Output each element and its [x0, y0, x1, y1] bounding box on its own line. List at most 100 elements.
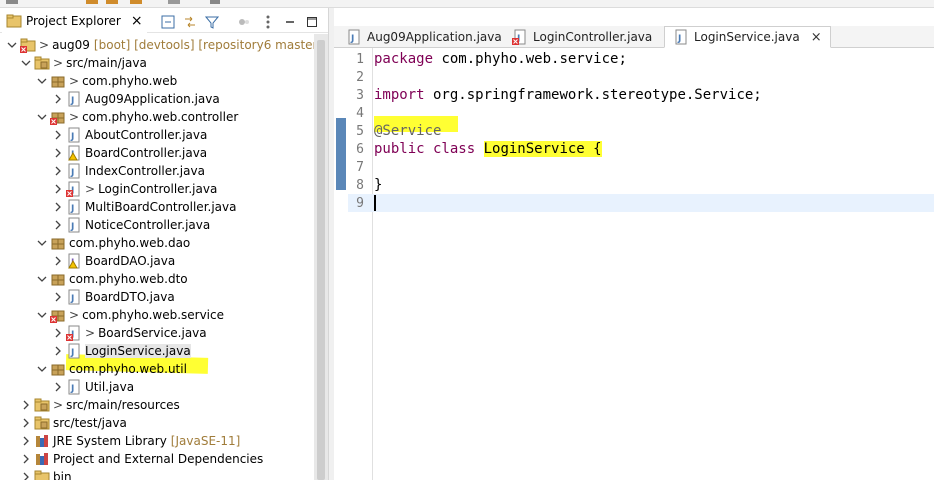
tree-item[interactable]: IBoardDAO.java: [0, 252, 328, 270]
tree-item[interactable]: J Aug09Application.java: [0, 90, 328, 108]
collapse-arrow-icon[interactable]: [20, 453, 32, 465]
tree-item[interactable]: > src/main/resources: [0, 396, 328, 414]
tree-item[interactable]: J Util.java: [0, 378, 328, 396]
code-line[interactable]: 3 import org.springframework.stereotype.S…: [348, 86, 934, 104]
tab-project-explorer[interactable]: Project Explorer ×: [2, 9, 147, 33]
code-line[interactable]: 4: [348, 104, 934, 122]
keyword-token: package: [374, 51, 434, 67]
minimize-icon[interactable]: [282, 14, 298, 30]
tree-item[interactable]: com.phyho.web.dao: [0, 234, 328, 252]
tree-item[interactable]: J MultiBoardController.java: [0, 198, 328, 216]
collapse-arrow-icon[interactable]: [52, 345, 64, 357]
package-icon: [50, 271, 66, 287]
expand-arrow-icon[interactable]: [36, 273, 48, 285]
tree-item[interactable]: bin: [0, 468, 328, 480]
tree-item[interactable]: com.phyho.web.util: [0, 360, 328, 378]
history-icon[interactable]: [130, 0, 142, 4]
collapse-arrow-icon[interactable]: [20, 435, 32, 447]
code-line[interactable]: 7: [348, 158, 934, 176]
expand-arrow-icon[interactable]: [6, 39, 18, 51]
java-file-icon: J: [66, 289, 82, 305]
toolbar-icon[interactable]: [6, 0, 18, 4]
svg-text:J: J: [70, 222, 74, 232]
folder-icon: [34, 469, 50, 480]
collapse-arrow-icon[interactable]: [52, 291, 64, 303]
svg-text:J: J: [70, 96, 74, 106]
tree-item[interactable]: J BoardDTO.java: [0, 288, 328, 306]
code-text: }: [374, 177, 383, 193]
forward-icon[interactable]: [106, 0, 118, 4]
close-icon[interactable]: ×: [131, 13, 143, 29]
collapse-arrow-icon[interactable]: [52, 165, 64, 177]
tree-item[interactable]: JBoardController.java: [0, 144, 328, 162]
code-line[interactable]: 2: [348, 68, 934, 86]
collapse-arrow-icon[interactable]: [20, 417, 32, 429]
code-line[interactable]: 6 public class LoginService {: [348, 140, 934, 158]
tree-item[interactable]: J NoticeController.java: [0, 216, 328, 234]
code-line[interactable]: 5 @Service: [348, 122, 934, 140]
code-editor[interactable]: 1 package com.phyho.web.service; 2 3 import …: [348, 48, 934, 480]
tree-item[interactable]: J LoginService.java: [0, 342, 328, 360]
code-line[interactable]: 1 package com.phyho.web.service;: [348, 50, 934, 68]
tree-item[interactable]: src/test/java: [0, 414, 328, 432]
tree-item[interactable]: J>LoginController.java: [0, 180, 328, 198]
collapse-arrow-icon[interactable]: [52, 219, 64, 231]
tree-item[interactable]: J AboutController.java: [0, 126, 328, 144]
explorer-tab-label: Project Explorer: [26, 14, 121, 28]
java-file-icon: J: [346, 29, 362, 45]
tree-item[interactable]: com.phyho.web.dto: [0, 270, 328, 288]
collapse-arrow-icon[interactable]: [52, 183, 64, 195]
nav-icon[interactable]: [168, 0, 180, 4]
java-interface-icon: I: [66, 253, 82, 269]
collapse-arrow-icon[interactable]: [20, 471, 32, 480]
change-ruler-mark: [336, 118, 346, 190]
view-menu-icon[interactable]: [260, 14, 276, 30]
tree-item[interactable]: > com.phyho.web: [0, 72, 328, 90]
tree-item[interactable]: > com.phyho.web.controller: [0, 108, 328, 126]
code-line[interactable]: 8}: [348, 176, 934, 194]
collapse-arrow-icon[interactable]: [52, 93, 64, 105]
explorer-scrollbar[interactable]: [314, 34, 328, 480]
collapse-arrow-icon[interactable]: [20, 399, 32, 411]
tree-item-label: NoticeController.java: [85, 218, 211, 232]
editor-tab[interactable]: J LoginService.java ×: [664, 26, 831, 48]
source-folder-icon: [34, 55, 50, 71]
filter-icon[interactable]: [204, 14, 220, 30]
annotation-ruler: [334, 48, 348, 480]
collapse-arrow-icon[interactable]: [52, 201, 64, 213]
expand-arrow-icon[interactable]: [36, 309, 48, 321]
collapse-arrow-icon[interactable]: [52, 381, 64, 393]
close-icon[interactable]: ×: [811, 30, 822, 45]
editor-tab[interactable]: J LoginController.java: [504, 26, 660, 48]
tree-item[interactable]: Project and External Dependencies: [0, 450, 328, 468]
svg-text:J: J: [70, 204, 74, 214]
tree-item[interactable]: J>BoardService.java: [0, 324, 328, 342]
scrollbar-thumb[interactable]: [317, 40, 325, 480]
expand-arrow-icon[interactable]: [36, 111, 48, 123]
collapse-arrow-icon[interactable]: [52, 129, 64, 141]
tree-item-label: com.phyho.web.controller: [82, 110, 239, 124]
tree-item[interactable]: J IndexController.java: [0, 162, 328, 180]
java-file-error-icon: J: [512, 29, 528, 45]
collapse-all-icon[interactable]: [160, 14, 176, 30]
tree-item-label: BoardDTO.java: [85, 290, 175, 304]
maximize-icon[interactable]: [304, 14, 320, 30]
collapse-arrow-icon[interactable]: [52, 255, 64, 267]
tree-item[interactable]: > src/main/java: [0, 54, 328, 72]
tree-item[interactable]: > com.phyho.web.service: [0, 306, 328, 324]
line-number: 1: [356, 51, 364, 67]
collapse-arrow-icon[interactable]: [52, 327, 64, 339]
expand-arrow-icon[interactable]: [36, 237, 48, 249]
expand-arrow-icon[interactable]: [36, 75, 48, 87]
code-line[interactable]: 9: [348, 194, 934, 212]
tree-item[interactable]: JRE System Library [JavaSE-11]: [0, 432, 328, 450]
view-menu-icon[interactable]: [210, 0, 220, 4]
tree-item[interactable]: > aug09 [boot] [devtools] [repository6 mas…: [0, 36, 328, 54]
expand-arrow-icon[interactable]: [36, 363, 48, 375]
back-icon[interactable]: [86, 0, 98, 4]
collapse-arrow-icon[interactable]: [52, 147, 64, 159]
editor-tab[interactable]: J Aug09Application.java: [338, 26, 510, 48]
link-with-editor-icon[interactable]: [182, 14, 198, 30]
focus-icon[interactable]: [236, 14, 252, 30]
expand-arrow-icon[interactable]: [20, 57, 32, 69]
